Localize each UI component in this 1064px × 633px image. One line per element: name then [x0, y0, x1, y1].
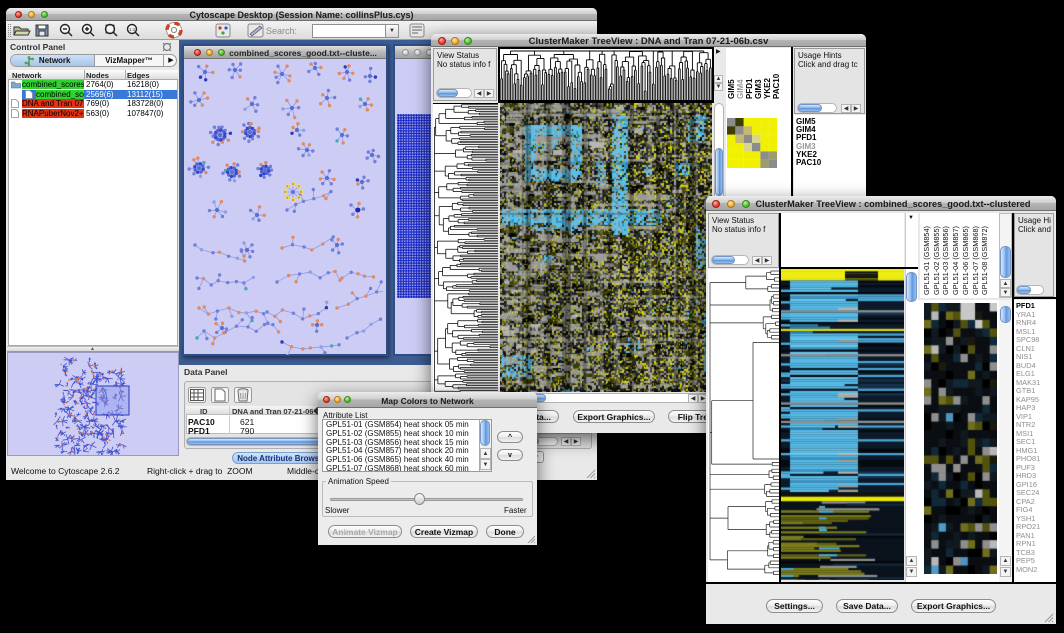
svg-text:GPL51-04 (GSM857): GPL51-04 (GSM857) — [951, 226, 960, 295]
svg-text:GPL51-02 (GSM855): GPL51-02 (GSM855) — [932, 226, 941, 295]
svg-text:GIM3: GIM3 — [754, 79, 763, 99]
svg-text:GIM4: GIM4 — [736, 79, 745, 99]
svg-text:GPL51-03 (GSM856): GPL51-03 (GSM856) — [941, 226, 950, 295]
svg-text:PFD1: PFD1 — [745, 78, 754, 99]
svg-text:GIM5: GIM5 — [727, 79, 736, 99]
svg-text:PAC10: PAC10 — [772, 73, 781, 99]
svg-text:GPL51-06 (GSM865): GPL51-06 (GSM865) — [961, 226, 970, 295]
svg-text:YKE2: YKE2 — [763, 78, 772, 99]
svg-text:GPL51-01 (GSM854): GPL51-01 (GSM854) — [922, 226, 931, 295]
svg-text:1:1: 1:1 — [129, 27, 136, 32]
svg-text:GPL51-07 (GSM868): GPL51-07 (GSM868) — [971, 226, 980, 295]
svg-text:GPL51-08 (GSM872): GPL51-08 (GSM872) — [980, 226, 989, 295]
